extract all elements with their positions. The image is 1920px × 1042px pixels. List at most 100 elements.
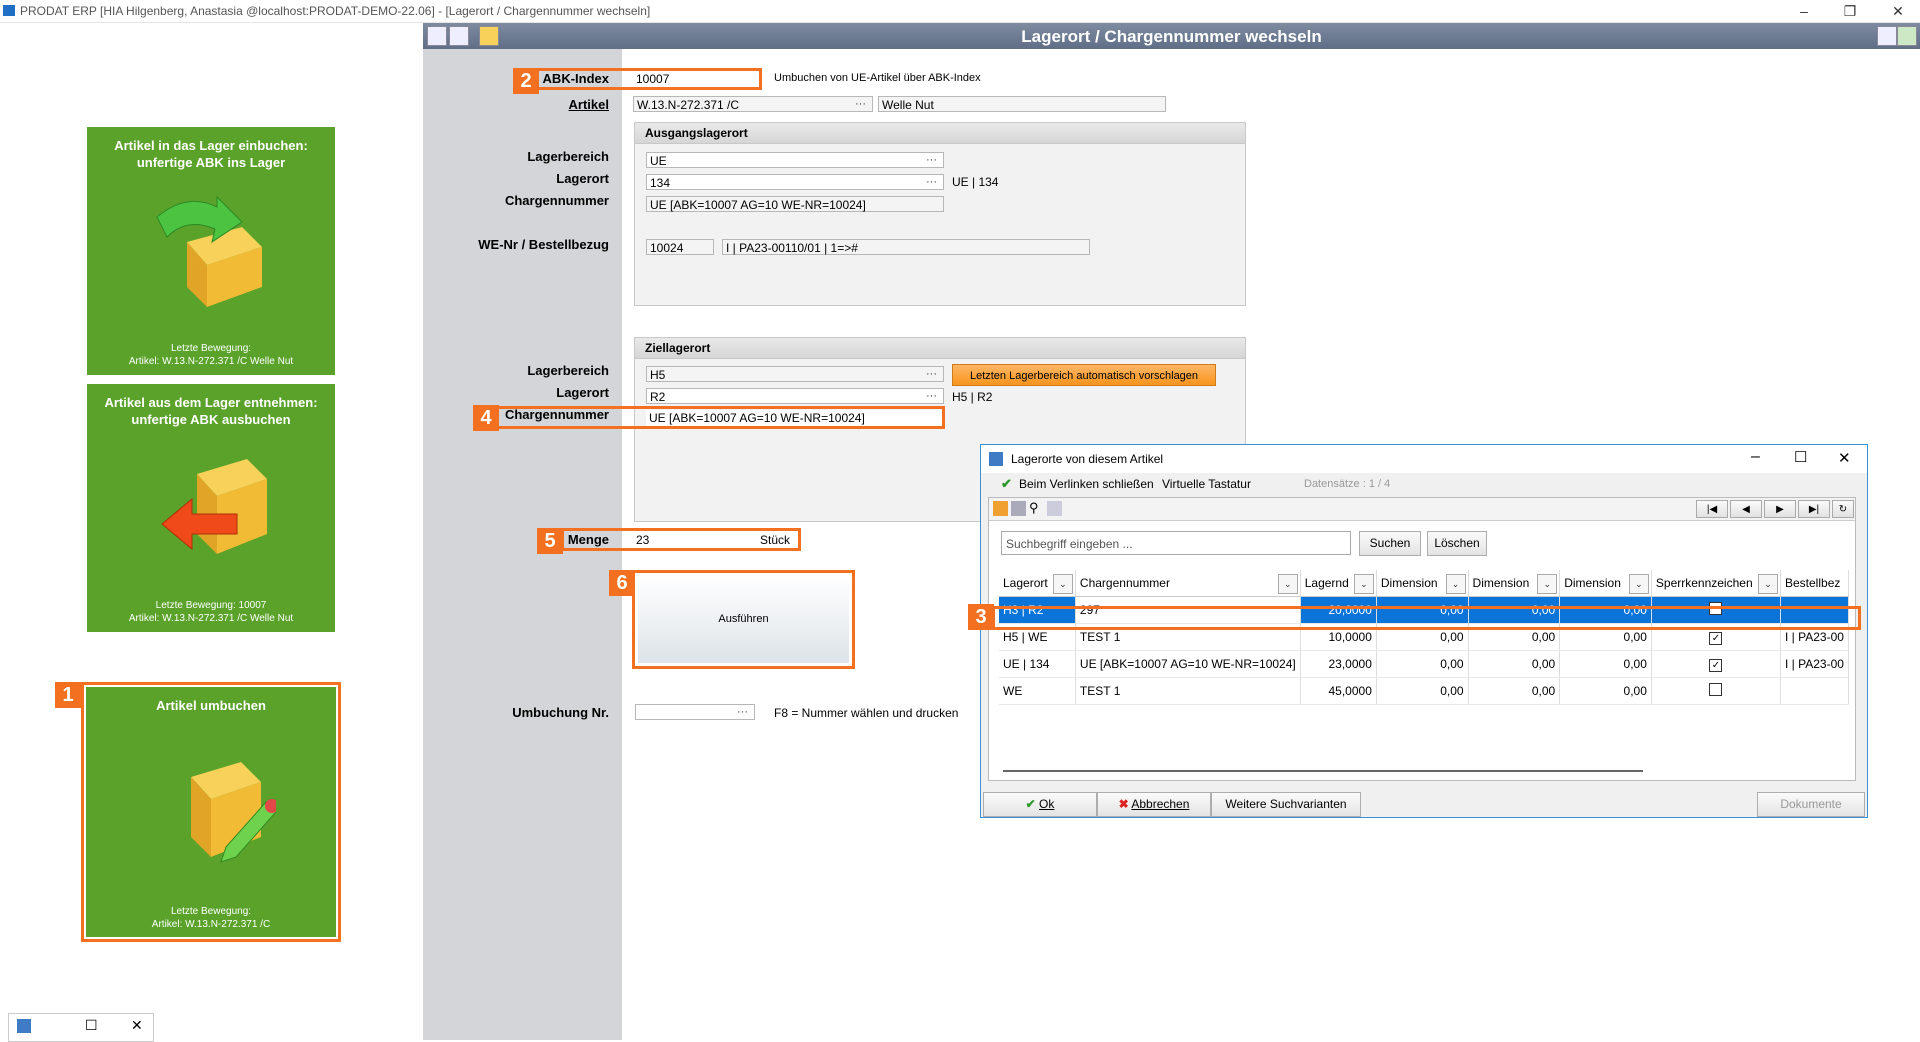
more-icon[interactable]: ··· (926, 174, 937, 190)
sperr-checkbox[interactable]: ✓ (1709, 631, 1723, 645)
dialog-close-icon[interactable]: ✕ (1838, 449, 1851, 467)
table-row[interactable]: UE | 134 UE [ABK=10007 AG=10 WE-NR=10024… (999, 650, 1849, 678)
last-record-button[interactable]: ▶| (1798, 500, 1830, 518)
more-icon[interactable]: ··· (737, 704, 748, 720)
prev-record-button[interactable]: ◀ (1730, 500, 1762, 518)
cancel-label: Abbrechen (1131, 797, 1190, 811)
cell-dimension[interactable]: 0,00 (1376, 650, 1469, 678)
col-lagerort[interactable]: Lagerort ⌄ (999, 570, 1076, 597)
menge-input[interactable]: 23 (633, 532, 753, 548)
ok-button[interactable]: ✔ Ok (983, 792, 1097, 817)
cell-sperr[interactable] (1651, 677, 1782, 705)
pin-icon[interactable] (1877, 26, 1897, 46)
minimized-window[interactable]: ☐ ✕ (8, 1013, 154, 1042)
source-lagerort-field[interactable]: 134 ··· (646, 174, 944, 190)
cell-bestell[interactable] (1780, 677, 1849, 705)
more-icon[interactable]: ··· (926, 152, 937, 168)
cell-bestell[interactable]: I | PA23-00 (1780, 650, 1849, 678)
dropdown-icon[interactable]: ⌄ (1353, 574, 1374, 594)
restore-button[interactable]: ❐ (1836, 2, 1864, 20)
minimize-button[interactable]: – (1790, 2, 1818, 20)
next-record-button[interactable]: ▶ (1764, 500, 1796, 518)
first-record-button[interactable]: |◀ (1696, 500, 1728, 518)
source-lagerbereich-field[interactable]: UE ··· (646, 152, 944, 168)
cell-dimension[interactable]: 0,00 (1468, 650, 1561, 678)
suggest-lagerbereich-button[interactable]: Letzten Lagerbereich automatisch vorschl… (952, 364, 1216, 386)
umbuchung-field[interactable]: ··· (635, 704, 755, 720)
artikel-link[interactable]: Artikel (439, 97, 609, 112)
dropdown-icon[interactable]: ⌄ (1758, 574, 1778, 594)
cancel-button[interactable]: ✖ Abbrechen (1097, 792, 1211, 817)
target-charge-field[interactable]: UE [ABK=10007 AG=10 WE-NR=10024] (646, 410, 942, 426)
col-dimension-2[interactable]: Dimension ⌄ (1468, 570, 1561, 597)
cell-charge[interactable]: TEST 1 (1075, 677, 1301, 705)
dropdown-icon[interactable]: ⌄ (1628, 574, 1649, 594)
col-dimension-1[interactable]: Dimension ⌄ (1376, 570, 1469, 597)
artikel-value: W.13.N-272.371 /C (637, 98, 740, 112)
records-count: Datensätze : 1 / 4 (1304, 478, 1391, 490)
more-icon[interactable]: ··· (926, 388, 937, 404)
cell-lagerort[interactable]: WE (999, 677, 1076, 705)
col-bestellbezug[interactable]: Bestellbez (1780, 570, 1849, 597)
documents-button[interactable]: Dokumente (1757, 792, 1865, 817)
restore-icon[interactable]: ☐ (85, 1017, 98, 1034)
dropdown-icon[interactable]: ⌄ (1537, 574, 1558, 594)
col-charge[interactable]: Chargennummer ⌄ (1075, 570, 1301, 597)
col-sperrkennzeichen[interactable]: Sperrkennzeichen ⌄ (1651, 570, 1782, 597)
cell-charge[interactable]: UE [ABK=10007 AG=10 WE-NR=10024] (1075, 650, 1301, 678)
cell-dimension[interactable]: 0,00 (1559, 650, 1652, 678)
more-icon[interactable]: ··· (855, 96, 866, 112)
clear-button[interactable]: Löschen (1427, 531, 1487, 556)
dropdown-icon[interactable]: ⌄ (1277, 574, 1298, 594)
col-lagernd[interactable]: Lagernd ⌄ (1300, 570, 1377, 597)
sperr-checkbox[interactable]: ✓ (1709, 658, 1723, 672)
artikel-field[interactable]: W.13.N-272.371 /C ··· (633, 96, 873, 112)
target-lagerort-info: H5 | R2 (952, 390, 993, 404)
close-icon[interactable]: ✕ (131, 1017, 143, 1034)
tile-einbuchen[interactable]: Artikel in das Lager einbuchen: unfertig… (87, 127, 335, 375)
checkmark-icon: ✔ (1001, 476, 1012, 491)
form-header: Lagerort / Chargennummer wechseln (423, 23, 1920, 49)
exit-icon[interactable] (1897, 26, 1917, 46)
view-icon[interactable] (1047, 501, 1062, 516)
box-in-icon (156, 195, 262, 307)
tile-entnehmen[interactable]: Artikel aus dem Lager entnehmen: unferti… (87, 384, 335, 632)
target-lagerbereich-field[interactable]: H5 ··· (646, 366, 944, 382)
cell-dimension[interactable]: 0,00 (1376, 677, 1469, 705)
sperr-checkbox[interactable] (1709, 683, 1723, 696)
virtual-keyboard-button[interactable]: Virtuelle Tastatur (1162, 477, 1251, 491)
cell-dimension[interactable]: 0,00 (1468, 677, 1561, 705)
cell-sperr[interactable]: ✓ (1651, 650, 1782, 678)
grid-layout-icon[interactable] (993, 501, 1008, 516)
column-header: Chargennummer (1079, 576, 1170, 590)
table-row[interactable]: WE TEST 1 45,0000 0,00 0,00 0,00 (999, 677, 1849, 705)
search-button[interactable]: Suchen (1359, 531, 1421, 556)
cell-dimension[interactable]: 0,00 (1559, 677, 1652, 705)
search-input[interactable]: Suchbegriff eingeben ... (1001, 531, 1351, 555)
execute-button[interactable]: Ausführen (638, 576, 849, 663)
cell-lagernd[interactable]: 23,0000 (1300, 650, 1377, 678)
app-icon (3, 5, 15, 16)
col-dimension-3[interactable]: Dimension ⌄ (1559, 570, 1652, 597)
more-icon[interactable]: ··· (926, 366, 937, 382)
cell-lagerort[interactable]: UE | 134 (999, 650, 1076, 678)
dropdown-icon[interactable]: ⌄ (1445, 574, 1466, 594)
target-lagerbereich-value: H5 (650, 368, 666, 382)
horizontal-scrollbar[interactable] (1003, 770, 1643, 772)
close-on-link-button[interactable]: Beim Verlinken schließen (1019, 477, 1154, 491)
target-group-header: Ziellagerort (635, 338, 1245, 359)
tile-umbuchen[interactable]: Artikel umbuchen Letzte Bewegung: Artike… (86, 687, 336, 937)
abk-input[interactable]: 10007 (633, 71, 758, 87)
target-lagerort-field[interactable]: R2 ··· (646, 388, 944, 404)
columns-icon[interactable] (1011, 501, 1026, 516)
more-search-button[interactable]: Weitere Suchvarianten (1211, 792, 1361, 817)
close-button[interactable]: ✕ (1884, 2, 1912, 20)
check-icon: ✔ (1025, 797, 1036, 811)
tile-title: Artikel aus dem Lager entnehmen: unferti… (104, 395, 318, 427)
dialog-minimize-icon[interactable]: – (1751, 448, 1760, 466)
dropdown-icon[interactable]: ⌄ (1052, 574, 1073, 594)
cell-lagernd[interactable]: 45,0000 (1300, 677, 1377, 705)
refresh-button[interactable]: ↻ (1832, 500, 1854, 518)
dialog-maximize-icon[interactable]: ☐ (1794, 448, 1807, 466)
filter-icon[interactable]: ⚲ (1029, 500, 1039, 516)
